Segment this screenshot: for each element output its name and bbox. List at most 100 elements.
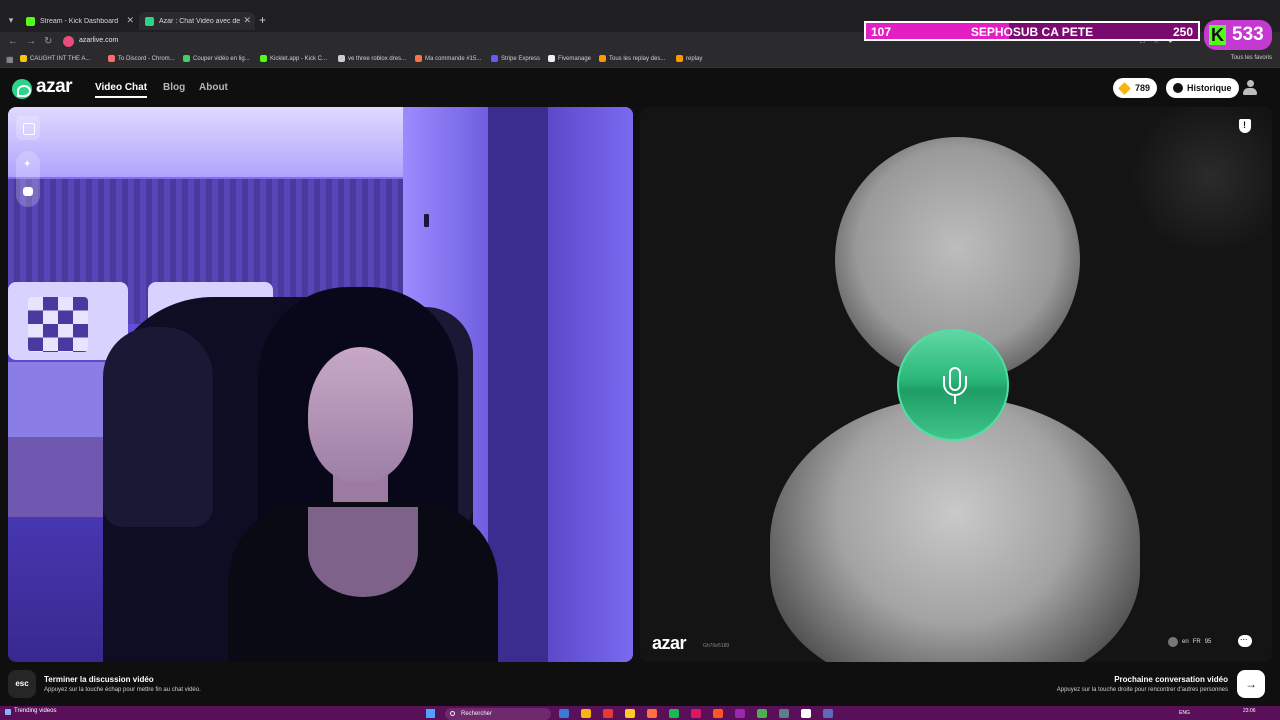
tab-title: Stream - Kick Dashboard [40, 17, 119, 25]
door-handle [424, 214, 429, 227]
taskbar-app-icon[interactable] [603, 709, 613, 718]
taskbar-app-icon[interactable] [625, 709, 635, 718]
widgets-icon[interactable] [5, 709, 11, 715]
bookmark-label: CAUGHT INT THE A... [30, 55, 91, 62]
bookmark-item[interactable]: ve three roblox dres... [338, 55, 406, 62]
next-chat-hint: Appuyez sur la touche droite pour rencon… [1056, 687, 1228, 693]
taskbar-app-icon[interactable] [735, 709, 745, 718]
sparkle-effects-icon[interactable]: ✦ [23, 160, 33, 170]
taskbar-app-icon[interactable] [691, 709, 701, 718]
azar-favicon-icon [145, 16, 154, 26]
bookmark-item[interactable]: CAUGHT INT THE A... [20, 55, 90, 62]
gem-icon [1118, 81, 1131, 95]
taskbar-search[interactable]: Rechercher [445, 708, 551, 720]
close-tab-icon[interactable]: ✕ [243, 15, 251, 26]
all-bookmarks-link[interactable]: Tous les favoris [1231, 55, 1272, 61]
bookmark-label: Stripe Express [501, 55, 541, 62]
taskbar-app-icon[interactable] [669, 709, 679, 718]
report-shield-icon[interactable] [1239, 119, 1251, 133]
bookmark-label: Couper vidéo en lig... [193, 55, 250, 62]
nav-video-chat[interactable]: Video Chat [95, 82, 147, 93]
peer-score: 95 [1204, 639, 1212, 645]
sub-goal-title: SEPHOSUB CA PETE [970, 25, 1094, 39]
taskbar-app-icon[interactable] [559, 709, 569, 718]
bookmark-favicon-icon [599, 55, 606, 62]
bookmark-favicon-icon [108, 55, 115, 62]
azar-logo[interactable]: azar [36, 76, 73, 98]
close-tab-icon[interactable]: ✕ [126, 15, 134, 26]
next-arrow-button[interactable]: → [1237, 670, 1265, 698]
bookmark-item[interactable]: Couper vidéo en lig... [183, 55, 250, 62]
bookmark-favicon-icon [338, 55, 345, 62]
peer-info[interactable]: en FR 95 [1168, 637, 1211, 647]
url-field[interactable]: azarlive.com [79, 37, 118, 44]
peer-language: en [1182, 639, 1189, 645]
person-chest [308, 507, 418, 597]
tab-search-icon[interactable]: ▾ [4, 13, 18, 27]
kick-count: 533 [1232, 24, 1264, 45]
bookmark-item[interactable]: replay [676, 55, 702, 62]
reload-icon[interactable]: ↻ [44, 36, 52, 47]
bookmark-favicon-icon [260, 55, 267, 62]
person-face [308, 347, 413, 482]
bookmark-favicon-icon [676, 55, 683, 62]
taskbar-app-icon[interactable] [713, 709, 723, 718]
taskbar-app-icon[interactable] [581, 709, 591, 718]
bookmark-item[interactable]: Ma commande #15... [415, 55, 481, 62]
taskbar-app-icon[interactable] [779, 709, 789, 718]
tab-azar[interactable]: Azar : Chat Vidéo avec de ✕ [139, 12, 255, 30]
chat-bubble-icon[interactable] [1238, 632, 1252, 647]
bookmark-item[interactable]: Tous les replay des... [599, 55, 665, 62]
watermark-id: Gh70e5189 [703, 643, 730, 649]
forward-arrow-icon[interactable]: → [26, 36, 36, 47]
taskbar-app-icon[interactable] [647, 709, 657, 718]
nav-about[interactable]: About [199, 82, 228, 93]
checkered-pillow [28, 297, 88, 352]
taskbar-app-icon[interactable] [823, 709, 833, 718]
azar-logo-icon[interactable] [12, 79, 32, 99]
site-info-icon[interactable] [63, 36, 74, 47]
apps-grid-icon[interactable]: ▦ [6, 55, 14, 64]
history-button[interactable]: Historique [1166, 78, 1239, 98]
azar-header [0, 69, 1280, 107]
expand-icon[interactable] [16, 116, 40, 140]
bookmark-item[interactable]: Stripe Express [491, 55, 540, 62]
taskbar-app-icon[interactable] [757, 709, 767, 718]
windows-start-icon[interactable] [426, 709, 435, 718]
nav-blog[interactable]: Blog [163, 82, 185, 93]
bookmark-favicon-icon [548, 55, 555, 62]
voice-mic-button[interactable] [897, 329, 1009, 441]
microphone-icon-stem [954, 395, 956, 404]
peer-avatar-icon [1168, 637, 1178, 647]
search-icon [450, 711, 455, 716]
gems-count: 789 [1135, 83, 1151, 93]
bookmark-label: To Discord - Chrom... [118, 55, 175, 62]
end-chat-hint: Appuyez sur la touche échap pour mettre … [44, 687, 201, 693]
back-arrow-icon[interactable]: ← [8, 36, 18, 47]
sticker-icon[interactable] [23, 187, 33, 196]
sub-goal-bar: 107 SEPHOSUB CA PETE 250 [864, 21, 1200, 41]
sub-goal-target: 250 [1172, 25, 1193, 39]
gems-button[interactable]: 789 [1113, 78, 1158, 98]
peer-country: FR [1192, 639, 1201, 645]
next-chat-title: Prochaine conversation vidéo [1114, 675, 1228, 684]
esc-key-button[interactable]: esc [8, 670, 36, 698]
clock-time[interactable]: 23:06 [1243, 708, 1256, 714]
bookmark-label: Fivemanage [558, 55, 592, 62]
clock-icon [1173, 83, 1183, 93]
tab-title: Azar : Chat Vidéo avec de [159, 17, 241, 25]
effects-toolbar: ✦ [16, 151, 40, 207]
taskbar-app-icon[interactable] [801, 709, 811, 718]
kick-viewer-badge: K 533 [1204, 20, 1272, 50]
bookmark-item[interactable]: To Discord - Chrom... [108, 55, 175, 62]
bookmark-item[interactable]: Kicklet.app - Kick C... [260, 55, 327, 62]
tab-kick-dashboard[interactable]: Stream - Kick Dashboard ✕ [20, 12, 138, 30]
new-tab-button[interactable]: + [259, 13, 266, 27]
bookmark-label: Ma commande #15... [425, 55, 482, 62]
profile-icon[interactable] [1243, 80, 1257, 96]
language-indicator[interactable]: ENG [1179, 710, 1190, 716]
bookmarks-bar: ▦ CAUGHT INT THE A... To Discord - Chrom… [0, 52, 1280, 68]
bookmark-item[interactable]: Fivemanage [548, 55, 591, 62]
azar-watermark: azar [652, 633, 687, 653]
trending-widget[interactable]: Trending videos [14, 708, 56, 714]
